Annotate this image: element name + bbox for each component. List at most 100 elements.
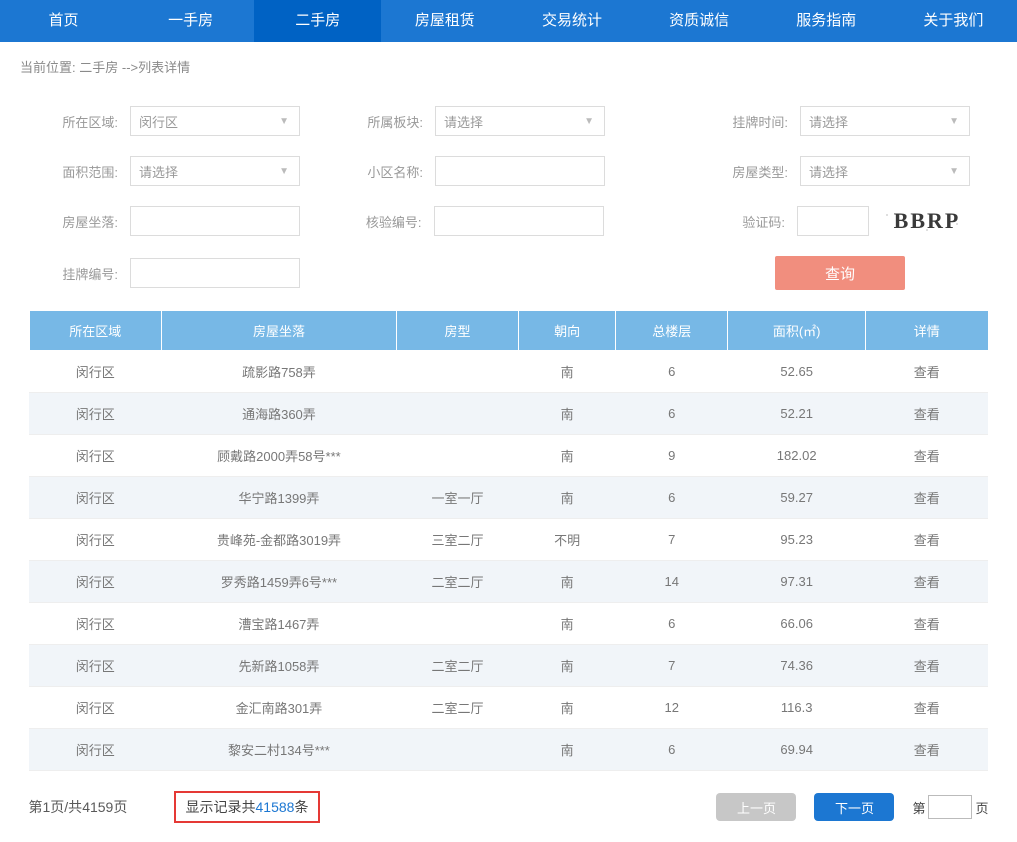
page-info: 第1页/共4159页 xyxy=(29,797,174,817)
block-select[interactable]: 请选择 ▼ xyxy=(435,106,605,136)
goto-page-input[interactable] xyxy=(928,795,972,819)
nav-item-2[interactable]: 二手房 xyxy=(254,0,381,42)
listtime-select[interactable]: 请选择 ▼ xyxy=(800,106,970,136)
cell-op: 查看 xyxy=(866,561,988,603)
community-label: 小区名称: xyxy=(345,162,423,181)
listingno-input-wrap xyxy=(130,258,300,288)
cell-address: 黎安二村134号*** xyxy=(162,729,397,771)
cell-face: 南 xyxy=(519,687,616,729)
region-select[interactable]: 闵行区 ▼ xyxy=(130,106,300,136)
cell-op: 查看 xyxy=(866,351,988,393)
cell-region: 闵行区 xyxy=(29,687,162,729)
captcha-input[interactable] xyxy=(806,214,860,229)
listing-table: 所在区域 房屋坐落 房型 朝向 总楼层 面积(㎡) 详情 闵行区疏影路758弄南… xyxy=(29,310,989,771)
cell-op: 查看 xyxy=(866,393,988,435)
view-link[interactable]: 查看 xyxy=(914,743,940,758)
filter-area: 所在区域: 闵行区 ▼ 所属板块: 请选择 ▼ 挂牌时间: 请选择 ▼ xyxy=(40,106,977,290)
nav-item-7[interactable]: 关于我们 xyxy=(890,0,1017,42)
cell-face: 南 xyxy=(519,561,616,603)
cell-region: 闵行区 xyxy=(29,603,162,645)
cell-floor: 6 xyxy=(616,351,728,393)
cell-type: 二室二厅 xyxy=(396,687,518,729)
next-page-button[interactable]: 下一页 xyxy=(814,793,894,821)
nav-item-1[interactable]: 一手房 xyxy=(127,0,254,42)
table-row: 闵行区华宁路1399弄一室一厅南659.27查看 xyxy=(29,477,988,519)
view-link[interactable]: 查看 xyxy=(914,533,940,548)
nav-item-6[interactable]: 服务指南 xyxy=(763,0,890,42)
cell-op: 查看 xyxy=(866,645,988,687)
address-input[interactable] xyxy=(139,214,291,229)
view-link[interactable]: 查看 xyxy=(914,491,940,506)
view-link[interactable]: 查看 xyxy=(914,617,940,632)
block-label: 所属板块: xyxy=(345,112,423,131)
housetype-placeholder: 请选择 xyxy=(809,162,848,181)
table-row: 闵行区先新路1058弄二室二厅南774.36查看 xyxy=(29,645,988,687)
listingno-label: 挂牌编号: xyxy=(40,264,118,283)
th-floor: 总楼层 xyxy=(616,311,728,351)
view-link[interactable]: 查看 xyxy=(914,449,940,464)
view-link[interactable]: 查看 xyxy=(914,575,940,590)
arearange-select[interactable]: 请选择 ▼ xyxy=(130,156,300,186)
search-button[interactable]: 查询 xyxy=(775,256,905,290)
cell-floor: 6 xyxy=(616,729,728,771)
cell-area: 95.23 xyxy=(728,519,866,561)
captcha-image[interactable]: BBRP xyxy=(877,206,977,236)
cell-face: 南 xyxy=(519,603,616,645)
cell-floor: 7 xyxy=(616,519,728,561)
community-input[interactable] xyxy=(444,164,596,179)
th-area: 面积(㎡) xyxy=(728,311,866,351)
captcha-label: 验证码: xyxy=(707,212,785,231)
cell-area: 52.21 xyxy=(728,393,866,435)
table-row: 闵行区疏影路758弄南652.65查看 xyxy=(29,351,988,393)
view-link[interactable]: 查看 xyxy=(914,365,940,380)
nav-item-3[interactable]: 房屋租赁 xyxy=(381,0,508,42)
listtime-placeholder: 请选择 xyxy=(809,112,848,131)
nav-item-4[interactable]: 交易统计 xyxy=(509,0,636,42)
cell-region: 闵行区 xyxy=(29,393,162,435)
view-link[interactable]: 查看 xyxy=(914,407,940,422)
chevron-down-icon: ▼ xyxy=(584,116,594,127)
cell-face: 南 xyxy=(519,645,616,687)
verifyno-input-wrap xyxy=(434,206,604,236)
region-value: 闵行区 xyxy=(139,112,178,131)
breadcrumb: 当前位置: 二手房 -->列表详情 xyxy=(20,57,997,76)
prev-page-button[interactable]: 上一页 xyxy=(716,793,796,821)
cell-area: 69.94 xyxy=(728,729,866,771)
cell-op: 查看 xyxy=(866,729,988,771)
cell-op: 查看 xyxy=(866,477,988,519)
cell-type xyxy=(396,393,518,435)
table-row: 闵行区漕宝路1467弄南666.06查看 xyxy=(29,603,988,645)
cell-type: 二室二厅 xyxy=(396,645,518,687)
arearange-label: 面积范围: xyxy=(40,162,118,181)
listingno-input[interactable] xyxy=(139,266,291,281)
nav-item-5[interactable]: 资质诚信 xyxy=(636,0,763,42)
th-type: 房型 xyxy=(396,311,518,351)
goto-page: 第 页 xyxy=(912,795,988,819)
cell-address: 金汇南路301弄 xyxy=(162,687,397,729)
verifyno-input[interactable] xyxy=(443,214,595,229)
table-row: 闵行区黎安二村134号***南669.94查看 xyxy=(29,729,988,771)
chevron-down-icon: ▼ xyxy=(949,166,959,177)
cell-region: 闵行区 xyxy=(29,561,162,603)
address-input-wrap xyxy=(130,206,300,236)
nav-item-0[interactable]: 首页 xyxy=(0,0,127,42)
cell-region: 闵行区 xyxy=(29,435,162,477)
cell-address: 贵峰苑-金都路3019弄 xyxy=(162,519,397,561)
cell-floor: 14 xyxy=(616,561,728,603)
cell-area: 97.31 xyxy=(728,561,866,603)
housetype-select[interactable]: 请选择 ▼ xyxy=(800,156,970,186)
cell-address: 先新路1058弄 xyxy=(162,645,397,687)
cell-face: 南 xyxy=(519,435,616,477)
breadcrumb-link[interactable]: 二手房 xyxy=(79,60,118,75)
breadcrumb-prefix: 当前位置: xyxy=(20,60,79,75)
cell-type: 三室二厅 xyxy=(396,519,518,561)
address-label: 房屋坐落: xyxy=(40,212,118,231)
cell-region: 闵行区 xyxy=(29,351,162,393)
view-link[interactable]: 查看 xyxy=(914,701,940,716)
captcha-input-wrap xyxy=(797,206,869,236)
cell-address: 华宁路1399弄 xyxy=(162,477,397,519)
cell-address: 罗秀路1459弄6号*** xyxy=(162,561,397,603)
th-op: 详情 xyxy=(866,311,988,351)
view-link[interactable]: 查看 xyxy=(914,659,940,674)
cell-region: 闵行区 xyxy=(29,477,162,519)
